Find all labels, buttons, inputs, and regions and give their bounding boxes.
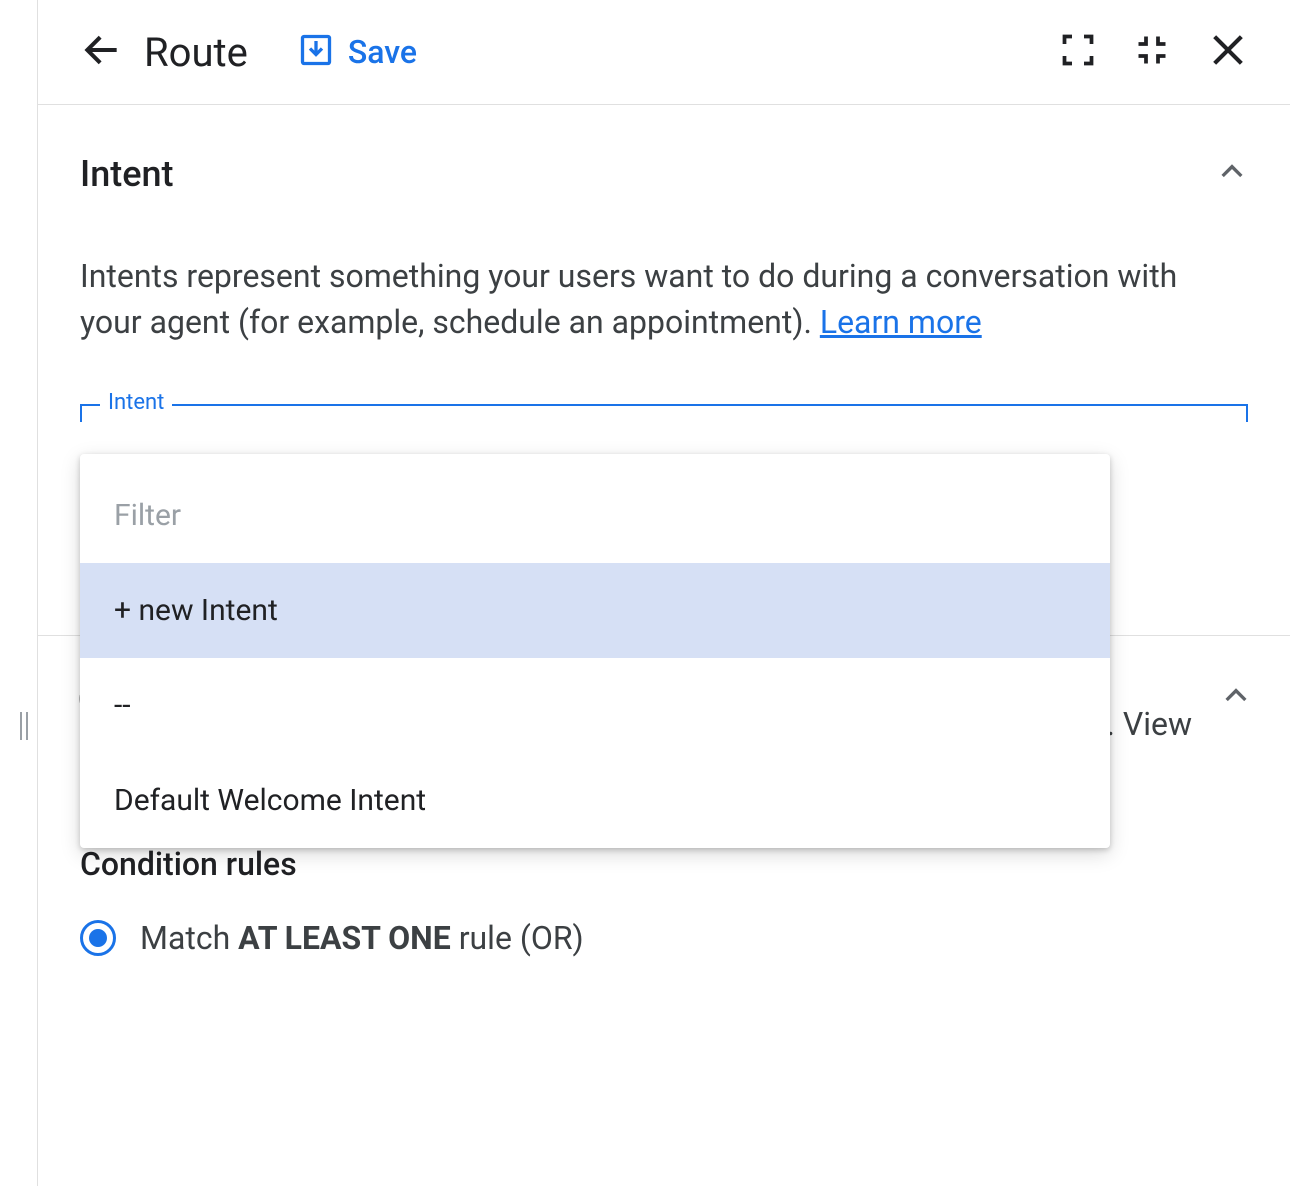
radio-prefix: Match <box>140 919 238 957</box>
dropdown-empty-option[interactable]: -- <box>80 658 1110 753</box>
left-rail <box>0 0 38 1186</box>
radio-suffix: rule (OR) <box>451 919 584 957</box>
condition-radio-or[interactable]: Match AT LEAST ONE rule (OR) <box>80 919 1248 957</box>
dropdown-default-welcome[interactable]: Default Welcome Intent <box>80 753 1110 848</box>
intent-title: Intent <box>80 153 174 195</box>
intent-desc-text: Intents represent something your users w… <box>80 257 1177 341</box>
save-icon <box>298 32 334 72</box>
save-button[interactable]: Save <box>298 32 417 72</box>
fullscreen-icon[interactable] <box>1060 32 1096 72</box>
condition-rules-title: Condition rules <box>80 845 1248 883</box>
save-label: Save <box>348 33 417 71</box>
back-arrow-icon[interactable] <box>80 28 124 76</box>
drag-handle[interactable] <box>20 712 28 740</box>
intent-section-header[interactable]: Intent <box>80 105 1248 195</box>
exit-fullscreen-icon[interactable] <box>1134 32 1170 72</box>
radio-label: Match AT LEAST ONE rule (OR) <box>140 919 584 957</box>
filter-input[interactable] <box>114 498 1076 533</box>
intent-dropdown: + new Intent -- Default Welcome Intent <box>80 454 1110 848</box>
chevron-up-icon <box>1216 156 1248 192</box>
panel-header: Route Save <box>38 0 1290 105</box>
header-actions <box>1060 30 1248 74</box>
learn-more-link[interactable]: Learn more <box>820 303 982 341</box>
close-icon[interactable] <box>1208 30 1248 74</box>
dropdown-filter-row <box>80 454 1110 563</box>
dropdown-new-intent[interactable]: + new Intent <box>80 563 1110 658</box>
chevron-up-icon[interactable] <box>1220 680 1252 716</box>
radio-bold: AT LEAST ONE <box>238 919 451 957</box>
intent-description: Intents represent something your users w… <box>80 253 1248 346</box>
panel-title: Route <box>144 29 248 76</box>
radio-selected-icon <box>80 920 116 956</box>
intent-input-label: Intent <box>100 390 172 415</box>
